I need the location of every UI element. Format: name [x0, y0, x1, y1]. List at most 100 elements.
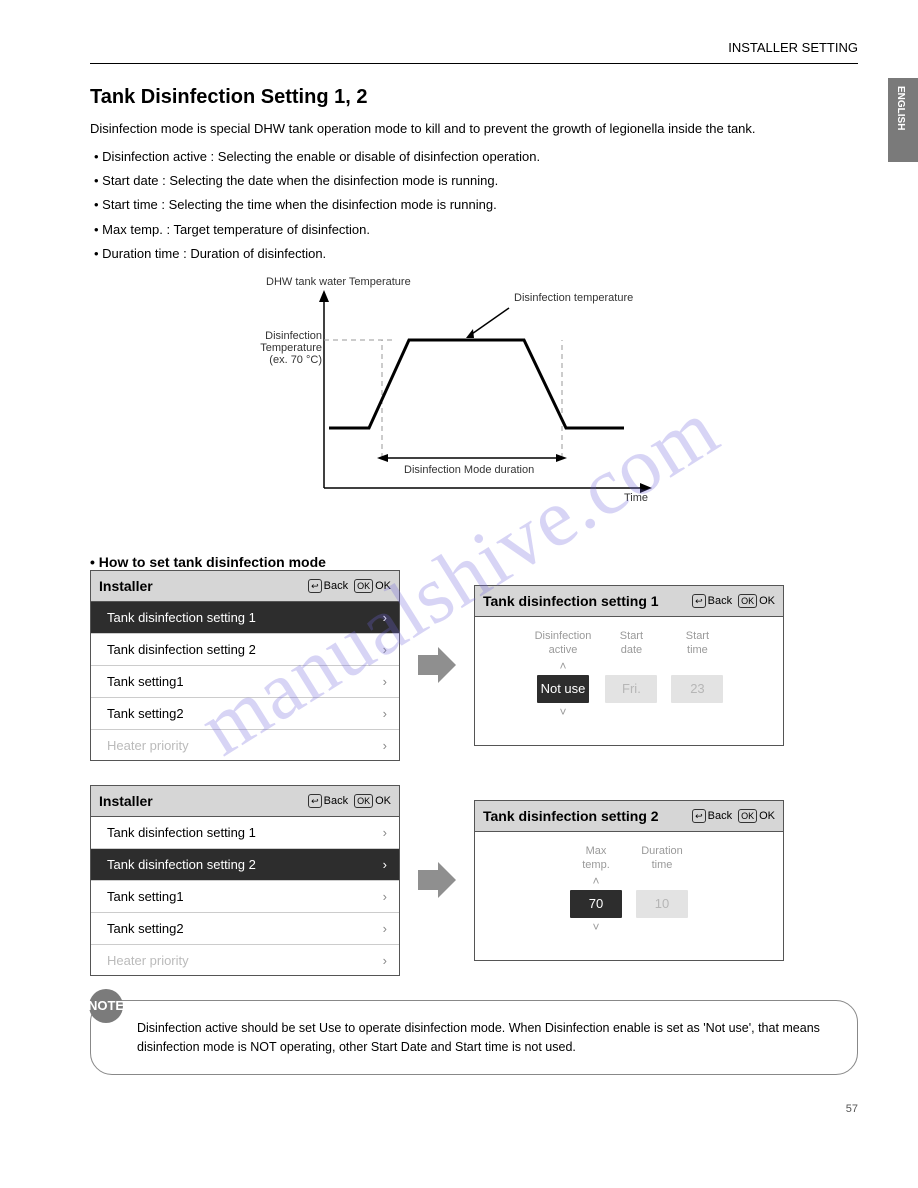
bullet-lead: • Max temp. : [94, 222, 170, 237]
back-button[interactable]: ↩Back [308, 794, 348, 808]
back-icon: ↩ [692, 809, 706, 823]
panel-header: Installer ↩Back OKOK [91, 571, 399, 602]
field-start-date[interactable]: Start date ˄ Fri. ˅ [605, 631, 657, 725]
field-value-max-temp[interactable]: 70 [570, 890, 622, 918]
profile-chart: DHW tank water Temperature Disinfection … [90, 278, 858, 528]
bullet-lead: • Disinfection active : [94, 149, 214, 164]
menu-item-disinfection-1[interactable]: Tank disinfection setting 1 › [91, 817, 399, 849]
panel-title: Installer [99, 793, 153, 809]
detail-panel-disinfection-2: Tank disinfection setting 2 ↩Back OKOK M… [474, 800, 784, 961]
field-label: Duration time [641, 846, 683, 872]
section-title: Tank Disinfection Setting 1, 2 [90, 86, 858, 109]
screens-row-1: Installer ↩Back OKOK Tank disinfection s… [90, 570, 858, 761]
chevron-right-icon: › [383, 889, 387, 904]
field-value-time[interactable]: 23 [671, 675, 723, 703]
back-icon: ↩ [308, 579, 322, 593]
chevron-right-icon: › [383, 953, 387, 968]
bullet-rest: Selecting the enable or disable of disin… [214, 149, 540, 164]
bullet-rest: Duration of disinfection. [187, 246, 326, 261]
bullet-rest: Selecting the date when the disinfection… [166, 173, 498, 188]
field-start-time[interactable]: Start time ˄ 23 ˅ [671, 631, 723, 725]
menu-item-disinfection-2[interactable]: Tank disinfection setting 2› [91, 634, 399, 666]
menu-item-disinfection-2[interactable]: Tank disinfection setting 2› [91, 849, 399, 881]
bullet-max-temp: • Max temp. : Target temperature of disi… [94, 220, 858, 240]
back-button[interactable]: ↩Back [308, 579, 348, 593]
field-max-temp[interactable]: Max temp. ˄ 70 ˅ [570, 846, 622, 940]
profile-chart-svg [274, 278, 674, 528]
chevron-right-icon: › [383, 857, 387, 872]
ok-button[interactable]: OKOK [738, 809, 775, 823]
ok-icon: OK [738, 594, 757, 608]
ok-label: OK [375, 580, 391, 592]
back-icon: ↩ [692, 594, 706, 608]
field-value-duration[interactable]: 10 [636, 890, 688, 918]
field-disinfection-active[interactable]: Disinfection active ˄ Not use ˅ [535, 631, 592, 725]
ok-button[interactable]: OKOK [354, 579, 391, 593]
bullet-start-time: • Start time : Selecting the time when t… [94, 195, 858, 215]
bullet-rest: Target temperature of disinfection. [170, 222, 370, 237]
chart-span-label: Disinfection Mode duration [404, 464, 534, 476]
installer-menu-panel-2: Installer ↩Back OKOK Tank disinfection s… [90, 785, 400, 976]
field-value-active[interactable]: Not use [537, 675, 589, 703]
caret-up-icon[interactable]: ˄ [559, 660, 566, 672]
field-label: Start time [686, 631, 709, 657]
chart-y-marker-high: Disinfection Temperature (ex. 70 °C) [240, 330, 322, 366]
back-label: Back [708, 595, 732, 607]
back-label: Back [324, 795, 348, 807]
panel-header: Tank disinfection setting 2 ↩Back OKOK [475, 801, 783, 832]
menu-item-heater-priority[interactable]: Heater priority› [91, 730, 399, 760]
field-value-date[interactable]: Fri. [605, 675, 657, 703]
panel-title: Tank disinfection setting 2 [483, 808, 659, 824]
ok-button[interactable]: OKOK [738, 594, 775, 608]
menu-item-tank-setting-2[interactable]: Tank setting2› [91, 913, 399, 945]
caret-down-icon[interactable]: ˅ [559, 706, 566, 718]
bullet-lead: • Duration time : [94, 246, 187, 261]
back-icon: ↩ [308, 794, 322, 808]
menu-item-tank-setting-2[interactable]: Tank setting2 › [91, 698, 399, 730]
chevron-right-icon: › [383, 921, 387, 936]
ok-button[interactable]: OKOK [354, 794, 391, 808]
menu-list: Tank disinfection setting 1 › Tank disinf… [91, 817, 399, 975]
back-button[interactable]: ↩Back [692, 594, 732, 608]
how-to-subhead: • How to set tank disinfection mode [90, 554, 858, 570]
note-callout: NOTE Disinfection active should be set U… [90, 1000, 858, 1076]
field-label: Start date [620, 631, 643, 657]
header-right: INSTALLER SETTING [90, 40, 858, 55]
panel-header: Installer ↩Back OKOK [91, 786, 399, 817]
back-label: Back [324, 580, 348, 592]
menu-item-label: Tank setting2 [107, 706, 184, 721]
menu-item-label: Tank disinfection setting 2 [107, 642, 256, 657]
menu-item-label: Tank disinfection setting 1 [107, 610, 256, 625]
chart-y-label: DHW tank water Temperature [266, 276, 416, 288]
detail-panel-disinfection-1: Tank disinfection setting 1 ↩Back OKOK D… [474, 585, 784, 746]
menu-item-tank-setting-1[interactable]: Tank setting1› [91, 881, 399, 913]
flow-arrow-icon [416, 645, 458, 685]
field-label: Disinfection active [535, 631, 592, 657]
bullet-rest: Selecting the time when the disinfection… [165, 197, 497, 212]
flow-arrow-icon [416, 860, 458, 900]
language-side-tab-label: ENGLISH [895, 86, 906, 130]
chevron-right-icon: › [383, 674, 387, 689]
ok-label: OK [759, 810, 775, 822]
caret-down-icon[interactable]: ˅ [592, 921, 599, 933]
installer-menu-panel-1: Installer ↩Back OKOK Tank disinfection s… [90, 570, 400, 761]
menu-item-label: Tank disinfection setting 1 [107, 825, 256, 840]
back-label: Back [708, 810, 732, 822]
header-divider [90, 63, 858, 64]
page-footer: 57 [90, 1103, 858, 1115]
chevron-right-icon: › [383, 706, 387, 721]
back-button[interactable]: ↩Back [692, 809, 732, 823]
note-badge: NOTE [89, 989, 123, 1023]
bullet-duration-time: • Duration time : Duration of disinfecti… [94, 244, 858, 264]
menu-item-heater-priority[interactable]: Heater priority› [91, 945, 399, 975]
field-label: Max temp. [582, 846, 610, 872]
panel-header: Tank disinfection setting 1 ↩Back OKOK [475, 586, 783, 617]
menu-list: Tank disinfection setting 1› Tank disinf… [91, 602, 399, 760]
menu-item-tank-setting-1[interactable]: Tank setting1› [91, 666, 399, 698]
field-duration-time[interactable]: Duration time ˄ 10 ˅ [636, 846, 688, 940]
chevron-right-icon: › [383, 825, 387, 840]
ok-icon: OK [354, 794, 373, 808]
caret-up-icon[interactable]: ˄ [592, 875, 599, 887]
menu-item-disinfection-1[interactable]: Tank disinfection setting 1› [91, 602, 399, 634]
ok-icon: OK [738, 809, 757, 823]
